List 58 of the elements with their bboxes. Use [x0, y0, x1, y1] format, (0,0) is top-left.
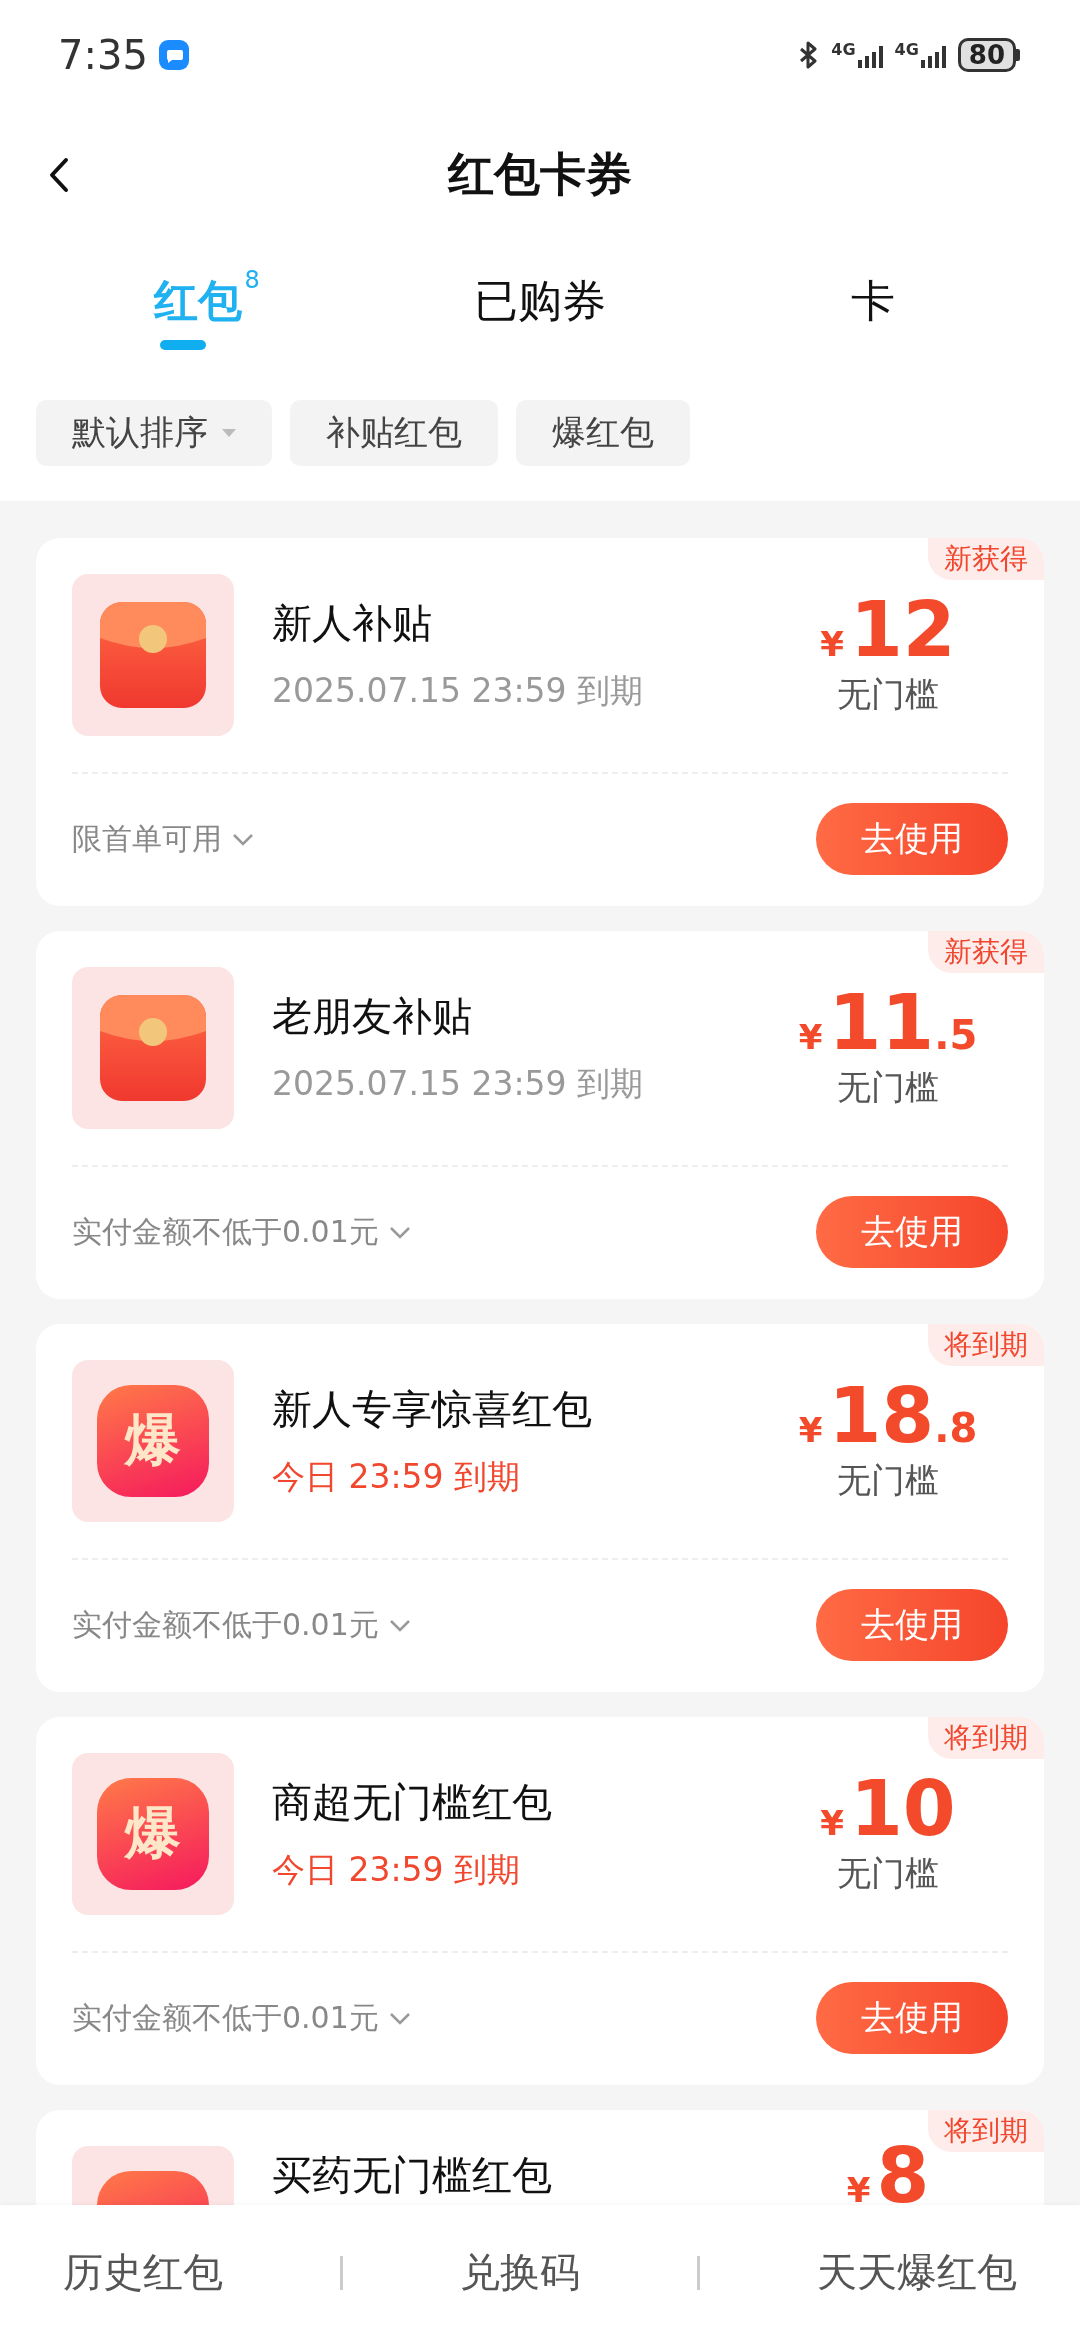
threshold-label: 无门槛: [837, 673, 939, 716]
chevron-down-icon: [388, 2011, 411, 2025]
condition-toggle[interactable]: 实付金额不低于0.01元: [72, 1604, 411, 1646]
status-tag: 将到期: [928, 2110, 1044, 2152]
use-button[interactable]: 去使用: [816, 1196, 1008, 1268]
status-tag: 将到期: [928, 1324, 1044, 1366]
network-label: 4G: [831, 42, 856, 58]
signal-icon: [857, 46, 883, 68]
envelope-icon: [100, 602, 206, 708]
use-button[interactable]: 去使用: [816, 803, 1008, 875]
condition-toggle[interactable]: 实付金额不低于0.01元: [72, 1997, 411, 2039]
expiry-date: 今日 23:59 到期: [272, 1849, 522, 1891]
tab-count: 8: [244, 266, 260, 294]
bottom-link[interactable]: 兑换码: [450, 2235, 590, 2310]
threshold-label: 无门槛: [837, 1459, 939, 1502]
chevron-down-icon: [388, 1618, 411, 1632]
envelope-icon: [100, 995, 206, 1101]
chevron-down-icon: [388, 1225, 411, 1239]
bao-icon: 爆: [97, 1778, 209, 1890]
filter-chip[interactable]: 爆红包: [516, 400, 690, 466]
page-title: 红包卡券: [448, 146, 632, 203]
bao-icon: 爆: [97, 1385, 209, 1497]
filter-chip[interactable]: 补贴红包: [290, 400, 498, 466]
coupon-title: 新人专享惊喜红包: [272, 1385, 593, 1434]
coupon-amount: ¥11.5: [798, 985, 978, 1061]
use-button[interactable]: 去使用: [816, 1589, 1008, 1661]
bottom-link[interactable]: 天天爆红包: [806, 2235, 1027, 2310]
tab-indicator: [159, 340, 206, 350]
coupon-title: 老朋友补贴: [272, 992, 473, 1041]
battery-level: 80: [957, 38, 1016, 72]
status-tag: 新获得: [928, 931, 1044, 973]
use-button[interactable]: 去使用: [816, 1982, 1008, 2054]
condition-toggle[interactable]: 限首单可用: [72, 818, 254, 860]
coupon-title: 买药无门槛红包: [272, 2151, 553, 2200]
bottom-link[interactable]: 历史红包: [53, 2235, 234, 2310]
condition-toggle[interactable]: 实付金额不低于0.01元: [72, 1211, 411, 1253]
coupon-title: 商超无门槛红包: [272, 1778, 553, 1827]
status-tag: 新获得: [928, 538, 1044, 580]
dropdown-icon: [222, 429, 236, 437]
tab[interactable]: 卡: [706, 240, 1040, 360]
message-icon: [157, 39, 190, 71]
coupon-amount: ¥8: [846, 2138, 930, 2214]
signal-icon: [920, 46, 946, 68]
chevron-down-icon: [232, 832, 254, 846]
status-time: 7:35: [58, 32, 148, 78]
status-tag: 将到期: [928, 1717, 1044, 1759]
expiry-date: 2025.07.15 23:59 到期: [272, 670, 645, 712]
coupon-amount: ¥10: [820, 1771, 956, 1847]
coupon-amount: ¥18.8: [798, 1378, 978, 1454]
coupon-title: 新人补贴: [272, 599, 433, 648]
threshold-label: 无门槛: [837, 1852, 939, 1895]
expiry-date: 今日 23:59 到期: [272, 1456, 522, 1498]
filter-chip[interactable]: 默认排序: [36, 400, 272, 466]
tab[interactable]: 已购券: [373, 240, 707, 360]
coupon-amount: ¥12: [820, 592, 956, 668]
network-label: 4G: [894, 42, 919, 58]
expiry-date: 2025.07.15 23:59 到期: [272, 1063, 645, 1105]
threshold-label: 无门槛: [837, 1066, 939, 1109]
